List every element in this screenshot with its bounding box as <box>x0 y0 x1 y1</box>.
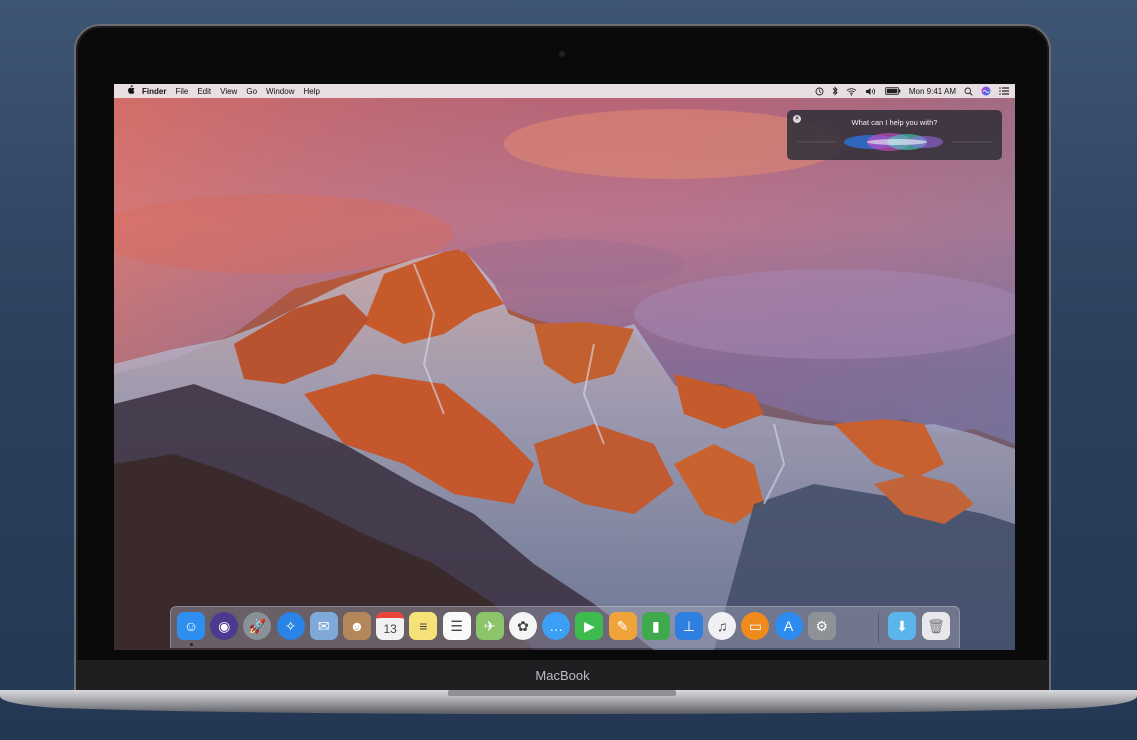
volume-icon[interactable] <box>865 87 877 96</box>
desktop-wallpaper <box>114 84 1015 650</box>
spotlight-icon[interactable] <box>964 87 973 96</box>
wifi-icon[interactable] <box>846 87 857 96</box>
siri-prompt: What can I help you with? <box>851 118 938 127</box>
notes-icon[interactable]: ≡ <box>409 612 438 640</box>
reminders-icon[interactable]: ☰ <box>442 612 471 640</box>
finder-icon[interactable]: ☺ <box>177 612 205 640</box>
messages-icon[interactable]: … <box>542 612 571 640</box>
running-indicator <box>189 643 193 646</box>
siri-waveform-icon <box>797 133 992 151</box>
dock-separator <box>878 613 879 643</box>
device-brand-label: MacBook <box>535 668 590 683</box>
camera-icon <box>559 51 565 57</box>
trash-icon[interactable]: 🗑 <box>922 612 950 640</box>
pages-icon[interactable]: ✎ <box>608 612 637 640</box>
time-machine-icon[interactable] <box>815 87 824 96</box>
downloads-folder-icon[interactable]: ⬇ <box>888 612 916 640</box>
battery-icon[interactable] <box>884 87 901 95</box>
menu-help[interactable]: Help <box>303 87 319 96</box>
contacts-icon[interactable]: ☻ <box>343 612 371 640</box>
numbers-icon[interactable]: ▮ <box>641 612 670 640</box>
siri-icon[interactable]: ◉ <box>210 612 239 640</box>
app-store-icon[interactable]: A <box>774 612 803 640</box>
menu-view[interactable]: View <box>220 87 237 96</box>
menu-window[interactable]: Window <box>266 87 294 96</box>
dock: ☺ ◉ 🚀 ✧ ✉ ☻ 13 ≡ ☰ ✈ ✿… ▶ ✎ ▮ ⊥ ♫ ▭ A ⚙ ⬇ 🗑 <box>170 606 960 648</box>
apple-menu-icon[interactable] <box>126 85 136 97</box>
notification-center-icon[interactable] <box>999 87 1009 95</box>
photos-icon[interactable]: ✿ <box>509 612 537 640</box>
macos-screen: Finder File Edit View Go Window Help Mon… <box>114 84 1015 650</box>
clock-label[interactable]: Mon 9:41 AM <box>909 87 956 96</box>
ibooks-icon[interactable]: ▭ <box>741 612 770 640</box>
laptop-chin: MacBook <box>76 660 1049 692</box>
siri-menu-icon[interactable] <box>981 86 991 96</box>
bluetooth-icon[interactable] <box>832 86 838 96</box>
menu-edit[interactable]: Edit <box>197 87 211 96</box>
facetime-icon[interactable]: ▶ <box>575 612 604 640</box>
mail-icon[interactable]: ✉ <box>309 612 338 640</box>
keynote-icon[interactable]: ⊥ <box>675 612 703 640</box>
menu-file[interactable]: File <box>175 87 188 96</box>
menu-bar: Finder File Edit View Go Window Help Mon… <box>114 84 1015 98</box>
menu-app-finder[interactable]: Finder <box>142 87 166 96</box>
system-preferences-icon[interactable]: ⚙ <box>807 612 836 640</box>
launchpad-icon[interactable]: 🚀 <box>243 612 272 640</box>
macbook-device: Finder File Edit View Go Window Help Mon… <box>0 0 1137 740</box>
siri-panel: × What can I help you with? <box>787 110 1002 160</box>
safari-icon[interactable]: ✧ <box>276 612 305 640</box>
menu-go[interactable]: Go <box>246 87 257 96</box>
maps-icon[interactable]: ✈ <box>475 612 504 640</box>
calendar-icon[interactable]: 13 <box>376 612 405 640</box>
status-menus: Mon 9:41 AM <box>807 84 1009 98</box>
laptop-base <box>0 690 1137 714</box>
itunes-icon[interactable]: ♫ <box>708 612 737 640</box>
